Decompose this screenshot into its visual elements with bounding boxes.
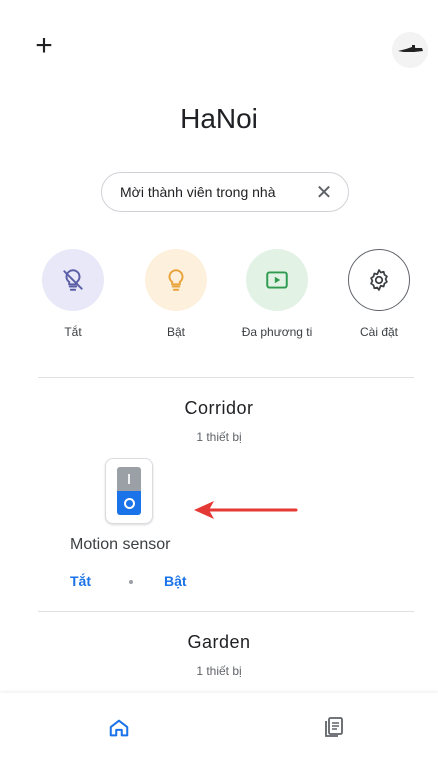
room-device-count-garden: 1 thiết bị xyxy=(196,664,242,678)
section-divider xyxy=(38,611,414,612)
home-icon xyxy=(109,719,129,737)
action-lights-on-label: Bật xyxy=(166,325,185,339)
close-icon[interactable]: ✕ xyxy=(310,180,338,205)
device-name: Motion sensor xyxy=(70,536,171,553)
device-off-button[interactable]: Tắt xyxy=(70,573,91,589)
action-lights-on-button[interactable] xyxy=(145,249,207,311)
action-lights-off-button[interactable] xyxy=(42,249,104,311)
action-media-button[interactable] xyxy=(246,249,308,311)
room-title-garden: Garden xyxy=(187,632,251,652)
invite-chip-label: Mời thành viên trong nhà xyxy=(120,184,276,200)
avatar-image xyxy=(392,32,428,68)
control-separator-dot xyxy=(129,580,133,584)
device-on-button[interactable]: Bật xyxy=(164,573,187,589)
account-avatar[interactable] xyxy=(392,32,428,68)
action-settings-label: Cài đặt xyxy=(359,325,399,339)
light-switch-icon xyxy=(117,467,141,515)
action-settings-button[interactable] xyxy=(348,249,410,311)
nav-home-button[interactable] xyxy=(108,717,130,739)
red-arrow-annotation xyxy=(194,501,298,519)
home-title: HaNoi xyxy=(180,103,258,134)
media-icon xyxy=(266,271,288,289)
feed-icon xyxy=(325,717,343,737)
section-divider xyxy=(38,377,414,378)
invite-member-chip[interactable]: Mời thành viên trong nhà ✕ xyxy=(101,172,349,212)
room-device-count-corridor: 1 thiết bị xyxy=(196,430,242,444)
bottom-navigation xyxy=(0,693,438,761)
action-lights-off-label: Tắt xyxy=(64,325,82,339)
device-tile-motion-sensor[interactable] xyxy=(105,458,153,524)
lightbulb-icon xyxy=(168,269,184,291)
light-off-icon xyxy=(63,269,83,291)
gear-icon xyxy=(370,269,388,291)
nav-feed-button[interactable] xyxy=(322,715,346,739)
room-title-corridor: Corridor xyxy=(184,398,254,418)
action-media-label: Đa phương ti xyxy=(241,325,313,339)
add-button[interactable]: + xyxy=(30,31,58,61)
